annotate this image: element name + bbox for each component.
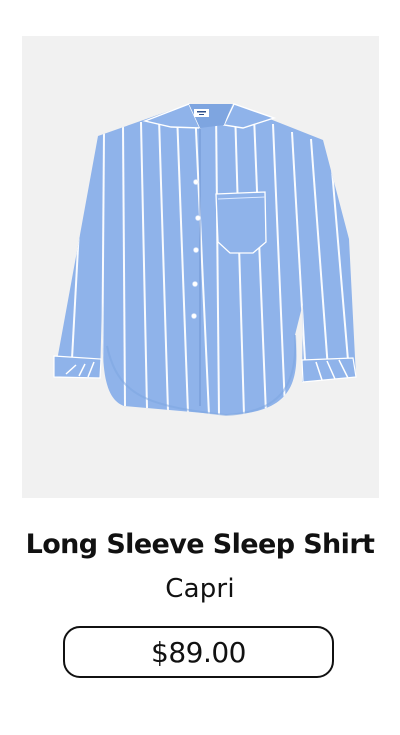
product-price: $89.00 [151, 635, 246, 669]
product-variant: Capri [165, 574, 235, 604]
price-button[interactable]: $89.00 [63, 626, 334, 678]
product-title[interactable]: Long Sleeve Sleep Shirt [0, 527, 400, 563]
striped-long-sleeve-shirt-image [53, 103, 357, 417]
product-image[interactable] [22, 36, 379, 498]
shirt-pocket [215, 191, 267, 254]
product-card[interactable]: Long Sleeve Sleep Shirt Capri $89.00 [0, 0, 400, 735]
